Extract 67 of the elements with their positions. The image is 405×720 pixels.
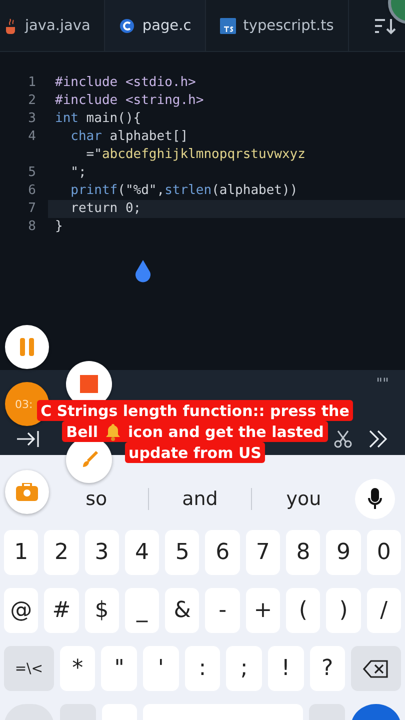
line-number: 6 [27,182,36,200]
scissors-icon[interactable] [333,429,353,449]
caption-text: update from US [128,444,262,462]
keyboard-key[interactable]: ( [286,588,320,633]
code-line: "; [70,164,88,182]
line-number: 5 [27,164,36,182]
c-logo-icon [119,18,136,34]
keyboard-key[interactable]: @ [4,588,38,633]
line-number: 3 [27,110,36,128]
keyboard-key[interactable]: : [184,646,220,691]
keyboard-key[interactable]: 3 [84,530,119,575]
keyboard-key[interactable]: 5 [165,530,200,575]
keyboard-key[interactable]: + [246,588,280,633]
pause-icon [19,338,35,356]
keyboard-key[interactable]: - [205,588,240,633]
line-number: 7 [27,200,36,218]
coffee-cup-icon [4,16,18,34]
keyboard-key[interactable]: ' [143,646,179,691]
microphone-button[interactable] [355,478,396,518]
keyboard-key[interactable]: " [101,646,138,691]
code-line: int main(){ [54,110,142,128]
ts-logo-icon [220,18,236,34]
code-line: #include <string.h> [54,92,205,110]
stop-icon [80,375,98,393]
line-number: 8 [27,218,36,236]
keyboard-key[interactable]: 1 [4,530,38,575]
keyboard-key[interactable]: ! [268,646,304,691]
line-number: 1 [27,74,36,92]
keyboard-key[interactable]: 7 [246,530,280,575]
keyboard-key[interactable]: 4 [124,530,160,575]
keyboard-key[interactable]: ; [226,646,262,691]
quote-key[interactable]: "" [376,376,389,392]
caption-text: icon and get the lasted [128,422,324,440]
code-line: #include <stdio.h> [54,74,197,92]
code-line: printf("%d",strlen(alphabet)) [70,182,299,200]
double-chevron-icon[interactable] [367,429,389,449]
keyboard-key[interactable]: * [60,646,96,691]
suggestion-word[interactable]: you [286,488,322,510]
keyboard-key[interactable]: 0 [366,530,401,575]
code-line: char alphabet[] [70,128,190,146]
line-number: 2 [27,92,36,110]
microphone-icon [368,488,382,510]
cursor-handle-icon[interactable] [133,260,153,284]
keyboard-key[interactable]: 8 [286,530,320,575]
caption-text: Bell [66,422,98,440]
keyboard-key[interactable]: ? [310,646,346,691]
keyboard-key[interactable]: 2 [44,530,79,575]
pause-button[interactable] [5,325,49,369]
keyboard-key[interactable]: 6 [205,530,240,575]
file-tab[interactable]: page.c [105,0,206,51]
keyboard-key[interactable]: $ [84,588,119,633]
code-line: ="abcdefghijklmnopqrstuvwxyz [85,146,306,164]
line-number: 4 [27,128,36,146]
keyboard-key[interactable]: ) [326,588,361,633]
backspace-key[interactable] [351,646,401,691]
backspace-icon [363,660,390,678]
keyboard-key[interactable]: # [44,588,79,633]
tab-key-icon[interactable] [16,430,40,448]
keyboard-key[interactable]: 9 [326,530,361,575]
toolbox-icon [16,483,38,501]
code-line: } [54,218,64,236]
keyboard-key[interactable]: & [165,588,200,633]
suggestion-word[interactable]: so [86,488,108,510]
keyboard-key[interactable]: _ [124,588,160,633]
suggestion-word[interactable]: and [182,488,218,510]
keyboard-key[interactable]: =\< [4,646,54,691]
keyboard-key[interactable]: / [366,588,401,633]
